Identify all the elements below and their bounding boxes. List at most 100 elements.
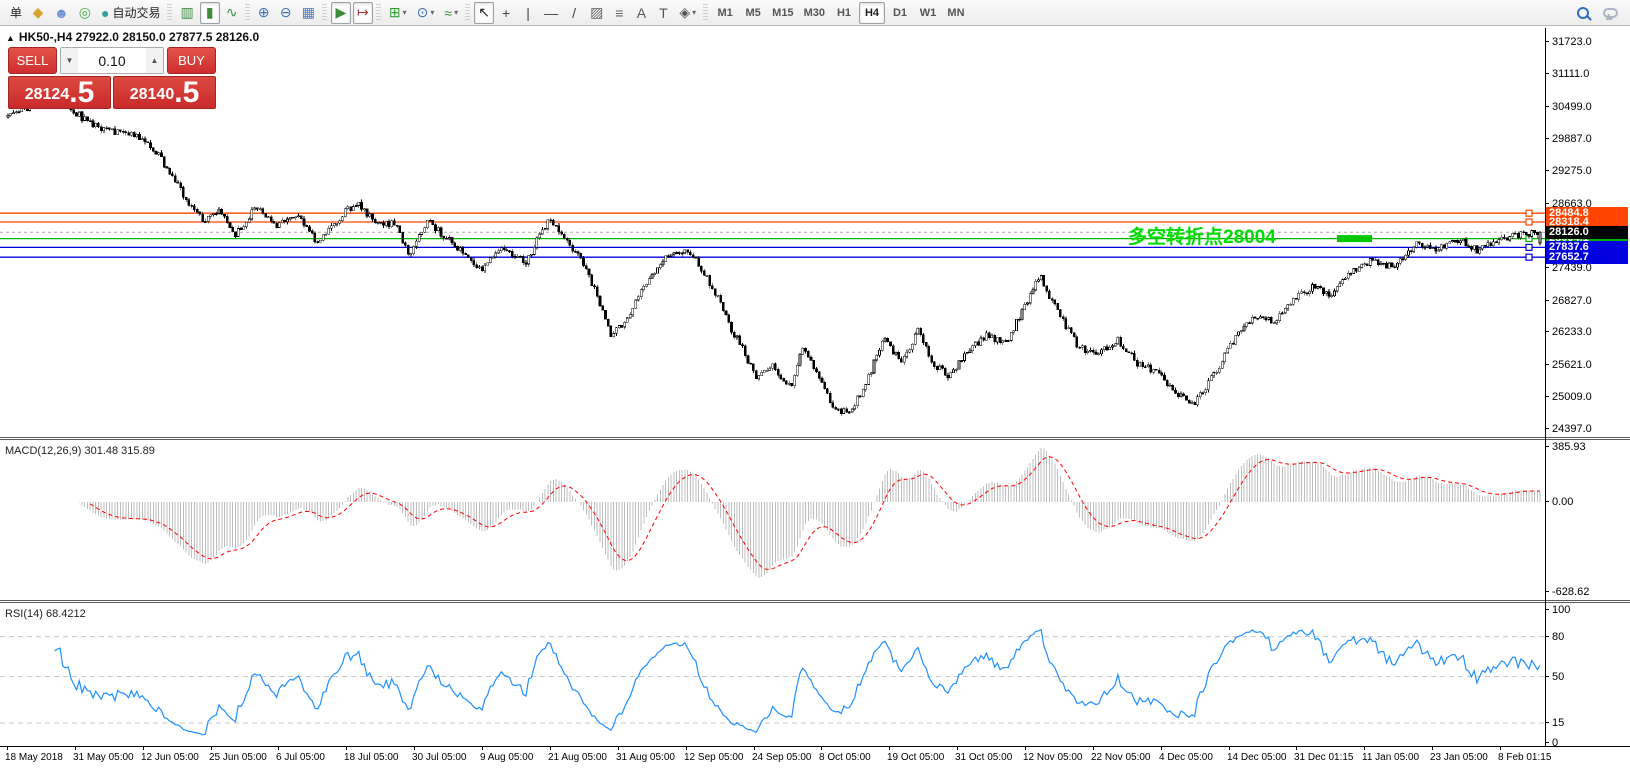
time-axis-tick bbox=[754, 746, 755, 750]
volume-increase-button[interactable]: ▲ bbox=[146, 48, 163, 73]
line-chart-icon[interactable]: ∿ bbox=[222, 2, 242, 24]
turning-point-highlight[interactable] bbox=[1337, 235, 1372, 242]
toolbar: 单◆☻◎●自动交易▥▮∿⊕⊖▦▶↦⊞▾⊙▾≈▾↖+|—/▨≡AT◈▾M1M5M1… bbox=[0, 0, 1630, 26]
rsi-axis-label: 15 bbox=[1552, 717, 1564, 729]
periods-clock-icon[interactable]: ⊙▾ bbox=[413, 2, 439, 24]
crosshair-icon: + bbox=[502, 5, 510, 21]
axis-tick bbox=[1545, 446, 1549, 447]
indicators-add-icon: ⊞ bbox=[389, 4, 401, 21]
dropdown-caret-icon[interactable]: ▾ bbox=[454, 8, 458, 17]
price-axis-label: 26827.0 bbox=[1552, 295, 1592, 307]
price-axis-label: 31111.0 bbox=[1552, 68, 1589, 80]
fibonacci-icon[interactable]: ≡ bbox=[609, 2, 629, 24]
arrows-icon[interactable]: ◈▾ bbox=[675, 2, 700, 24]
signals-icon[interactable]: ◎ bbox=[75, 2, 95, 24]
time-axis-label: 23 Jan 05:00 bbox=[1430, 752, 1488, 763]
one-click-trading-panel: SELL ▼ ▲ BUY 28124.5 28140.5 bbox=[8, 47, 216, 109]
main-chart-canvas[interactable] bbox=[0, 28, 1545, 437]
dropdown-caret-icon[interactable]: ▾ bbox=[430, 8, 434, 17]
timeframe-h4[interactable]: H4 bbox=[859, 2, 885, 24]
history-book-icon[interactable]: ◆ bbox=[28, 2, 48, 24]
vertical-line-icon[interactable]: | bbox=[518, 2, 538, 24]
auto-trading-button[interactable]: ●自动交易 bbox=[97, 2, 164, 24]
line-handle[interactable] bbox=[1526, 254, 1532, 260]
candlestick-chart-icon[interactable]: ▮ bbox=[200, 2, 220, 24]
volume-decrease-button[interactable]: ▼ bbox=[61, 48, 78, 73]
macd-axis-label: 385.93 bbox=[1552, 441, 1586, 453]
signals-icon: ◎ bbox=[79, 4, 91, 21]
new-order-button[interactable]: 单 bbox=[3, 2, 26, 24]
crosshair-icon[interactable]: + bbox=[496, 2, 516, 24]
time-axis-label: 21 Aug 05:00 bbox=[548, 752, 607, 763]
text-icon[interactable]: A bbox=[631, 2, 651, 24]
chart-title-text: HK50-,H4 27922.0 28150.0 27877.5 28126.0 bbox=[19, 30, 259, 44]
time-axis-label: 30 Jul 05:00 bbox=[412, 752, 467, 763]
volume-input[interactable] bbox=[78, 48, 146, 73]
macd-panel-canvas[interactable] bbox=[0, 440, 1545, 600]
buy-price-button[interactable]: 28140.5 bbox=[113, 76, 216, 109]
price-axis-label: 25621.0 bbox=[1552, 359, 1592, 371]
chart-shift-icon[interactable]: ↦ bbox=[353, 2, 373, 24]
trendline-icon[interactable]: / bbox=[564, 2, 584, 24]
zoom-in-icon[interactable]: ⊕ bbox=[254, 2, 274, 24]
bar-chart-icon[interactable]: ▥ bbox=[176, 2, 197, 24]
time-axis-label: 19 Oct 05:00 bbox=[887, 752, 944, 763]
tile-windows-icon: ▦ bbox=[302, 4, 315, 21]
zoom-out-icon: ⊖ bbox=[280, 4, 292, 21]
auto-scroll-icon[interactable]: ▶ bbox=[331, 2, 351, 24]
time-axis-tick bbox=[686, 746, 687, 750]
timeframe-m30[interactable]: M30 bbox=[800, 2, 829, 24]
time-axis-tick bbox=[1093, 746, 1094, 750]
indicators-add-icon[interactable]: ⊞▾ bbox=[385, 2, 411, 24]
turning-point-annotation[interactable]: 多空转折点28004 bbox=[1128, 222, 1276, 249]
buy-button[interactable]: BUY bbox=[167, 47, 216, 74]
axis-tick bbox=[1545, 742, 1549, 743]
chart-title: ▲ HK50-,H4 27922.0 28150.0 27877.5 28126.… bbox=[6, 30, 259, 44]
toolbar-group: ↖+|—/▨≡AT◈▾ bbox=[473, 0, 701, 26]
rsi-axis-label: 80 bbox=[1552, 631, 1564, 643]
chart-shift-icon: ↦ bbox=[357, 4, 369, 21]
macd-axis-label: -628.62 bbox=[1552, 586, 1589, 598]
timeframe-m5[interactable]: M5 bbox=[740, 2, 766, 24]
time-axis-label: 22 Nov 05:00 bbox=[1091, 752, 1151, 763]
line-handle[interactable] bbox=[1526, 210, 1532, 216]
sell-price-button[interactable]: 28124.5 bbox=[8, 76, 111, 109]
search-icon[interactable] bbox=[1577, 7, 1589, 19]
zoom-out-icon[interactable]: ⊖ bbox=[276, 2, 296, 24]
axis-tick bbox=[1545, 267, 1549, 268]
current-price-tag: 28126.0 bbox=[1546, 226, 1628, 239]
timeframe-d1[interactable]: D1 bbox=[887, 2, 913, 24]
timeframe-m15[interactable]: M15 bbox=[768, 2, 797, 24]
time-axis-line bbox=[0, 746, 1630, 747]
line-handle[interactable] bbox=[1526, 219, 1532, 225]
arrows-icon: ◈ bbox=[679, 4, 690, 21]
timeframe-mn[interactable]: MN bbox=[943, 2, 969, 24]
collapse-arrow-icon[interactable]: ▲ bbox=[6, 33, 15, 43]
macd-axis-label: 0.00 bbox=[1552, 496, 1573, 508]
toolbar-separator bbox=[245, 4, 250, 22]
profile-icon[interactable]: ☻ bbox=[50, 2, 73, 24]
timeframe-h1[interactable]: H1 bbox=[831, 2, 857, 24]
tile-windows-icon[interactable]: ▦ bbox=[298, 2, 319, 24]
line-handle[interactable] bbox=[1526, 244, 1532, 250]
timeframe-m1[interactable]: M1 bbox=[712, 2, 738, 24]
horizontal-line-icon[interactable]: — bbox=[540, 2, 562, 24]
timeframe-w1[interactable]: W1 bbox=[915, 2, 941, 24]
sell-button[interactable]: SELL bbox=[8, 47, 57, 74]
dropdown-caret-icon[interactable]: ▾ bbox=[692, 8, 696, 17]
time-axis-tick bbox=[1161, 746, 1162, 750]
toolbar-group: ⊕ ⊖ ▦ bbox=[253, 0, 320, 26]
time-axis-label: 31 Dec 01:15 bbox=[1294, 752, 1354, 763]
price-axis-label: 30499.0 bbox=[1552, 101, 1592, 113]
fibonacci-icon: ≡ bbox=[615, 5, 623, 21]
toolbar-separator bbox=[167, 4, 172, 22]
time-axis-label: 31 Oct 05:00 bbox=[955, 752, 1012, 763]
template-icon: ≈ bbox=[444, 5, 452, 21]
template-icon[interactable]: ≈▾ bbox=[440, 2, 462, 24]
rsi-panel-canvas[interactable] bbox=[0, 603, 1545, 746]
channel-icon[interactable]: ▨ bbox=[586, 2, 607, 24]
cursor-icon[interactable]: ↖ bbox=[474, 2, 494, 24]
dropdown-caret-icon[interactable]: ▾ bbox=[403, 8, 407, 17]
label-icon[interactable]: T bbox=[653, 2, 673, 24]
chat-icon[interactable] bbox=[1603, 8, 1618, 18]
